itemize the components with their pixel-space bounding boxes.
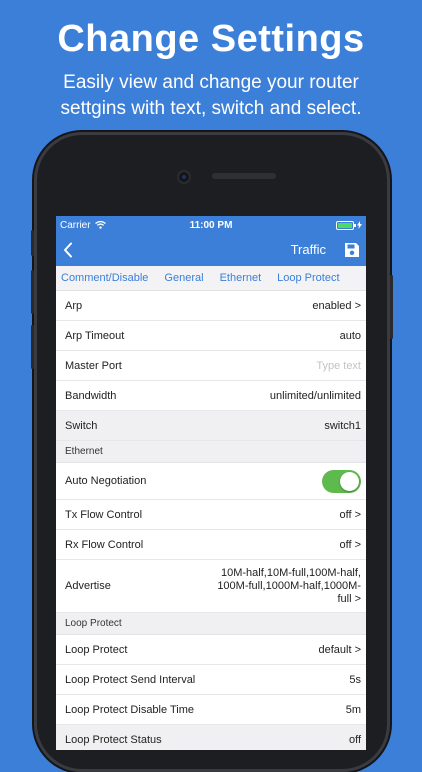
row-value: off (348, 733, 361, 746)
app-screen: Carrier 11:00 PM Traffic Comment/Disable… (56, 216, 366, 750)
back-button[interactable] (60, 240, 76, 260)
wifi-icon (94, 221, 106, 229)
row-arp[interactable]: Arp enabled > (56, 291, 366, 321)
row-value: off > (339, 508, 361, 521)
master-port-input[interactable]: Type text (316, 360, 361, 372)
row-advertise[interactable]: Advertise 10M-half,10M-full,100M-half, 1… (56, 560, 366, 613)
earpiece-speaker (212, 173, 276, 179)
row-label: Advertise (65, 580, 111, 592)
row-label: Loop Protect Disable Time (65, 703, 195, 716)
row-loop-protect-disable-time[interactable]: Loop Protect Disable Time 5m (56, 695, 366, 725)
status-right (336, 220, 362, 230)
toggle-knob (340, 471, 359, 491)
row-label: Loop Protect Send Interval (65, 673, 196, 686)
row-value: auto (339, 329, 361, 342)
settings-list: Arp enabled > Arp Timeout auto Master Po… (56, 291, 366, 750)
promo-headline: Change Settings (57, 18, 365, 60)
row-label: Loop Protect Status (65, 733, 162, 746)
row-value: 10M-half,10M-full,100M-half, 100M-full,1… (217, 566, 361, 605)
section-header-ethernet: Ethernet (56, 441, 366, 463)
charging-icon (357, 221, 362, 229)
row-label: Arp (65, 299, 83, 312)
promo-subline: Easily view and change your router settg… (0, 70, 422, 122)
auto-negotiation-toggle[interactable] (322, 469, 361, 493)
row-rx-flow-control[interactable]: Rx Flow Control off > (56, 530, 366, 560)
row-label: Switch (65, 419, 98, 432)
row-tx-flow-control[interactable]: Tx Flow Control off > (56, 500, 366, 530)
battery-icon (336, 220, 356, 230)
tab-general[interactable]: General (164, 272, 203, 284)
row-master-port[interactable]: Master Port Type text (56, 351, 366, 381)
row-loop-protect-send-interval[interactable]: Loop Protect Send Interval 5s (56, 665, 366, 695)
row-value: 5s (349, 673, 361, 686)
carrier-label: Carrier (60, 219, 91, 231)
row-label: Auto Negotiation (65, 475, 147, 487)
mute-switch (31, 230, 34, 256)
save-button[interactable] (344, 242, 360, 258)
row-switch: Switch switch1 (56, 411, 366, 441)
row-arp-timeout[interactable]: Arp Timeout auto (56, 321, 366, 351)
tab-comment-disable[interactable]: Comment/Disable (61, 272, 148, 284)
row-value: enabled > (312, 299, 361, 312)
volume-down-button (31, 325, 34, 369)
row-loop-protect-status: Loop Protect Status off (56, 725, 366, 750)
row-label: Tx Flow Control (65, 508, 143, 521)
floppy-disk-icon (345, 243, 359, 257)
row-value: 5m (345, 703, 361, 716)
row-loop-protect[interactable]: Loop Protect default > (56, 635, 366, 665)
row-label: Bandwidth (65, 389, 117, 402)
row-label: Arp Timeout (65, 329, 125, 342)
row-value: off > (339, 538, 361, 551)
row-value: unlimited/unlimited (269, 389, 361, 402)
row-label: Loop Protect (65, 643, 128, 656)
row-label: Rx Flow Control (65, 538, 144, 551)
promo-subline-line-1: Easily view and change your router (63, 72, 359, 93)
nav-bar: Traffic (56, 234, 366, 266)
section-header-loop-protect: Loop Protect (56, 613, 366, 635)
volume-up-button (31, 270, 34, 314)
row-value: switch1 (324, 419, 361, 432)
row-value: default > (318, 643, 361, 656)
status-bar: Carrier 11:00 PM (56, 216, 366, 234)
power-button (390, 275, 393, 339)
status-left: Carrier (60, 220, 106, 231)
chevron-left-icon (64, 242, 72, 258)
nav-title: Traffic (290, 242, 326, 257)
row-label: Master Port (65, 359, 122, 372)
front-camera (179, 172, 189, 182)
section-tabs: Comment/Disable General Ethernet Loop Pr… (56, 266, 366, 291)
row-bandwidth[interactable]: Bandwidth unlimited/unlimited (56, 381, 366, 411)
tab-loop-protect[interactable]: Loop Protect (277, 272, 339, 284)
promo-subline-line-2: settgins with text, switch and select. (60, 98, 362, 119)
row-auto-negotiation: Auto Negotiation (56, 463, 366, 500)
tab-ethernet[interactable]: Ethernet (220, 272, 262, 284)
